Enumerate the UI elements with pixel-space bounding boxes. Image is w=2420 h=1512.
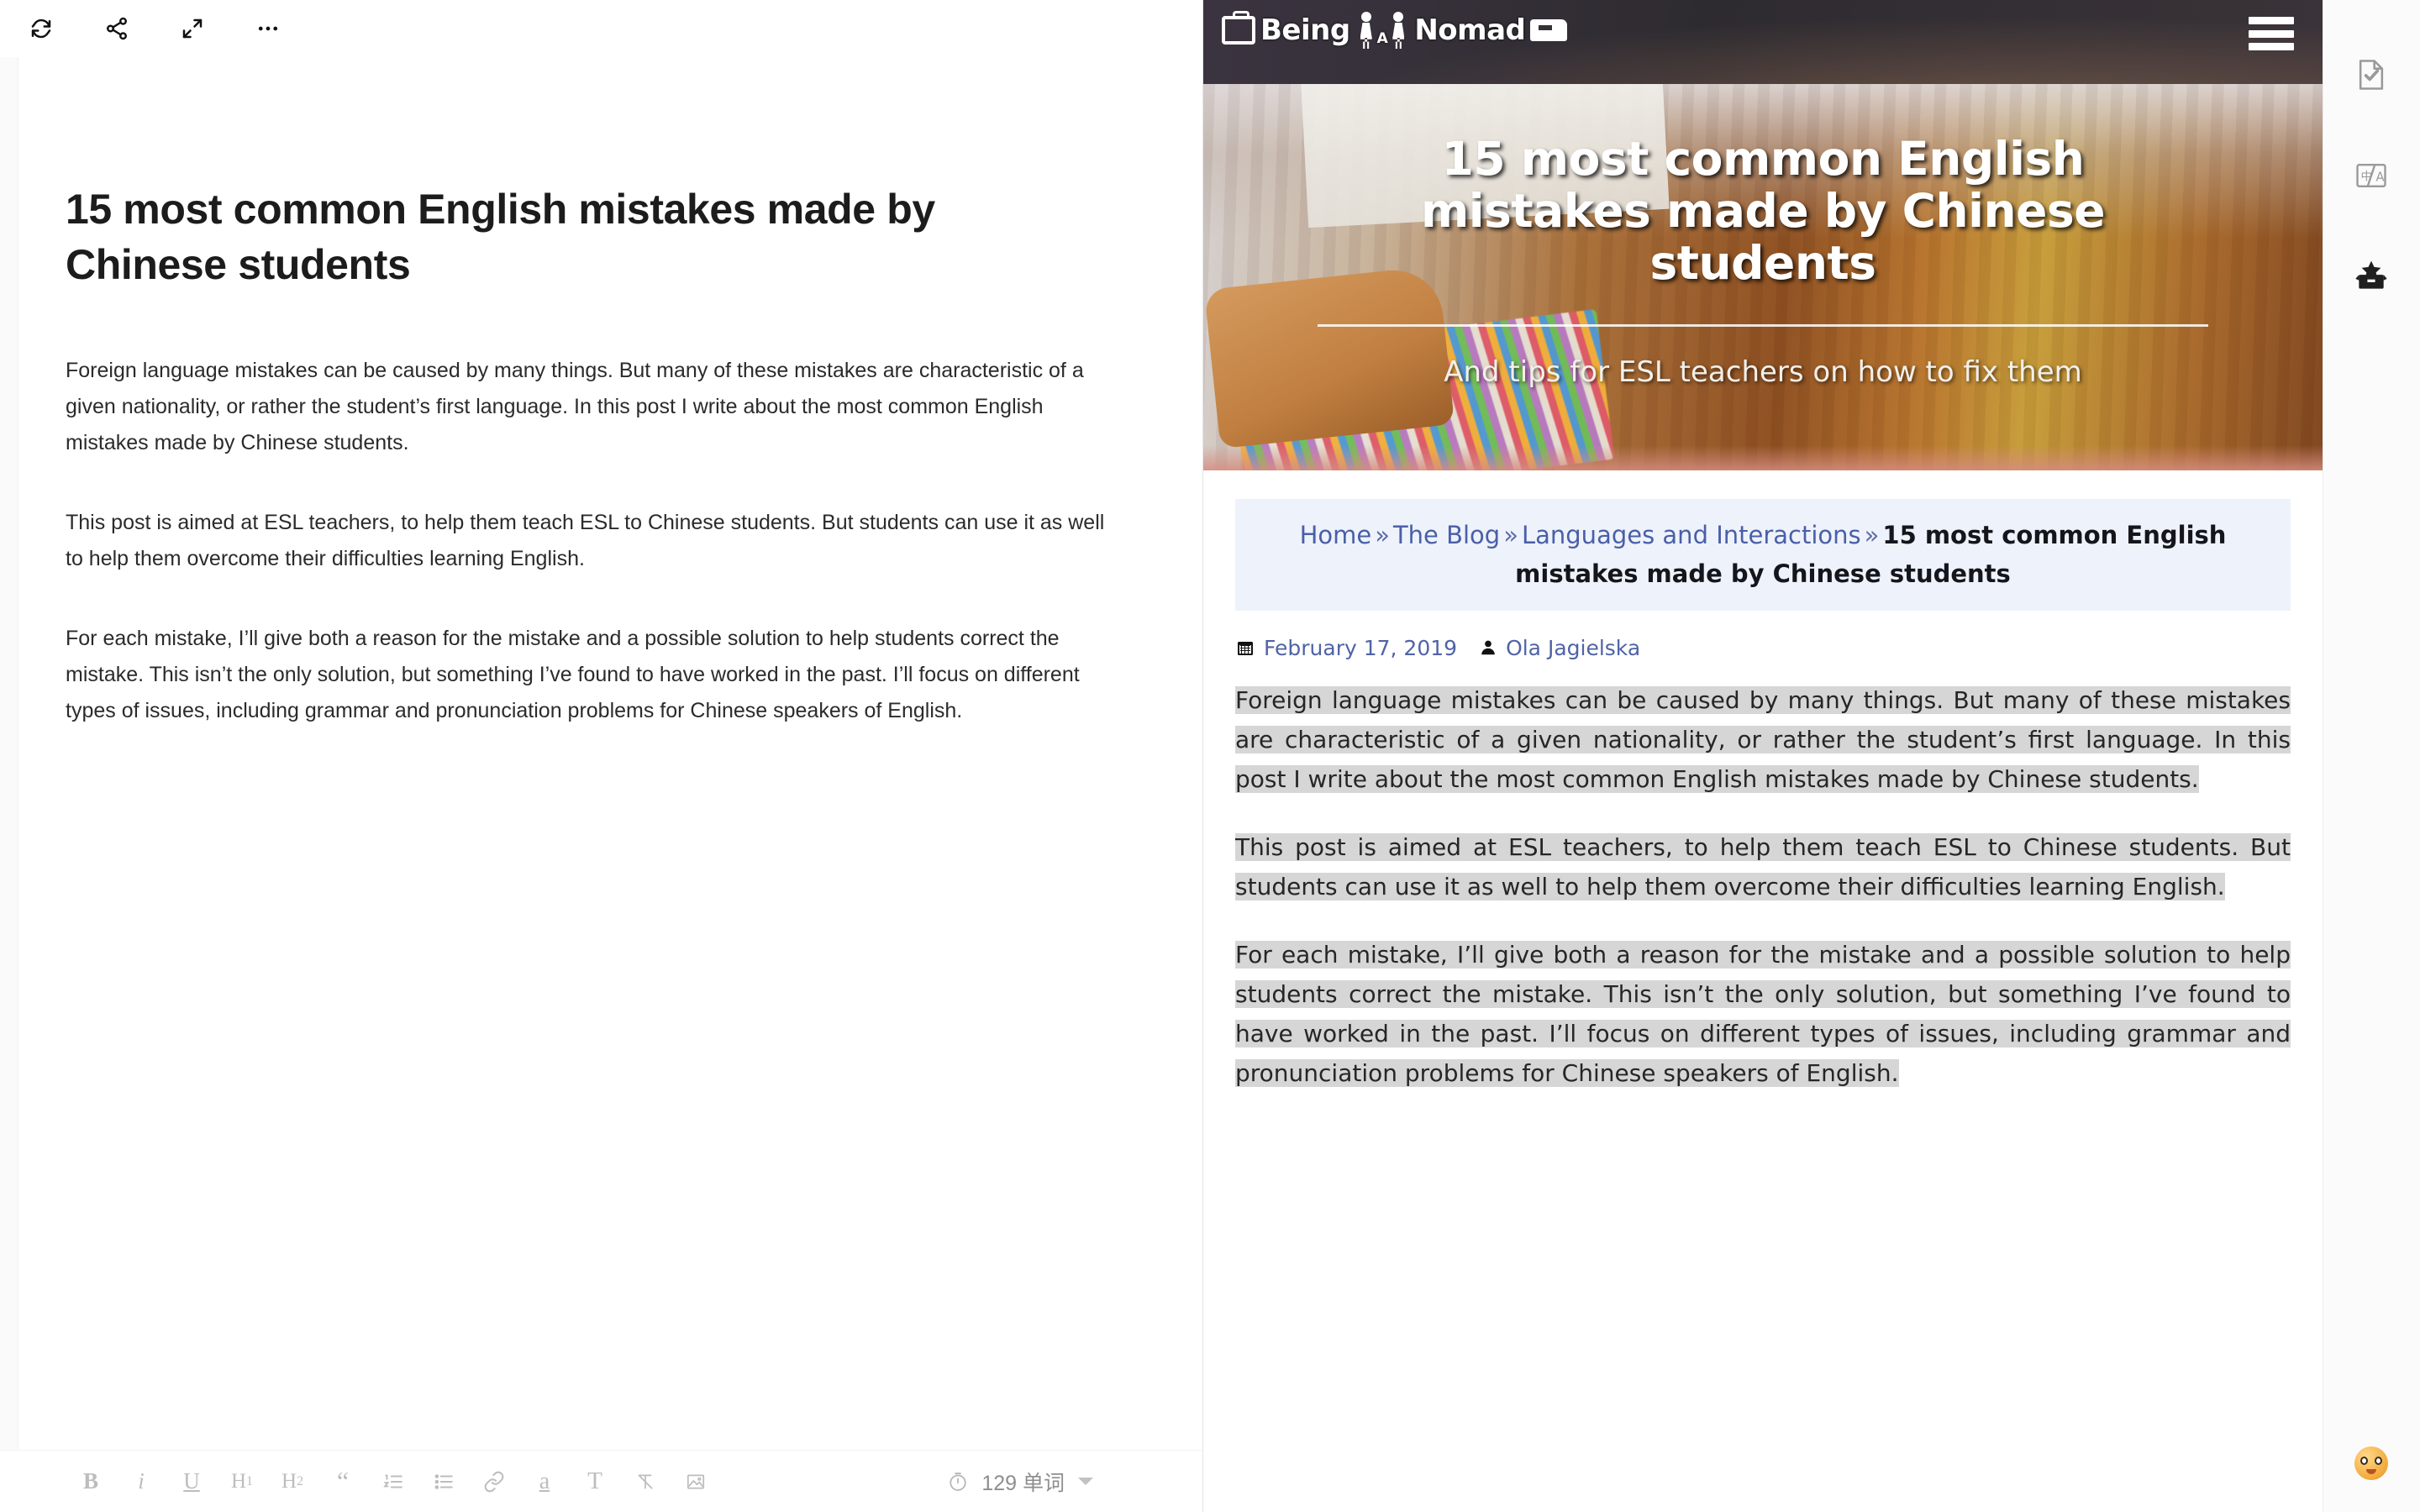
preview-paragraph: For each mistake, I’ll give both a reaso… [1235, 935, 2291, 1093]
document-paragraph[interactable]: For each mistake, I’ll give both a reaso… [66, 621, 1116, 729]
image-icon[interactable] [671, 1459, 721, 1504]
chevron-down-icon[interactable] [1078, 1478, 1093, 1485]
underline-button[interactable]: U [166, 1459, 217, 1504]
stopwatch-icon [946, 1470, 970, 1494]
svg-text:中: 中 [2361, 171, 2373, 184]
editor-pane: 15 most common English mistakes made by … [0, 0, 1203, 1512]
post-author[interactable]: Ola Jagielska [1506, 636, 1640, 660]
breadcrumb: Home» The Blog» Languages and Interactions… [1235, 499, 2291, 611]
hamburger-menu-icon[interactable] [2249, 17, 2294, 50]
hero-title: 15 most common English mistakes made by … [1420, 132, 2106, 291]
editor-left-rail [0, 57, 18, 1450]
selected-text: Foreign language mistakes can be caused … [1235, 685, 2291, 793]
document-paragraph[interactable]: Foreign language mistakes can be caused … [66, 353, 1116, 461]
camper-van-icon [1530, 19, 1568, 41]
calendar-icon [1235, 638, 1255, 658]
logo-word-nomad: Nomad [1414, 13, 1526, 47]
user-icon [1479, 638, 1497, 657]
clear-format-icon[interactable] [620, 1459, 671, 1504]
word-count-label: 129 单词 [981, 1471, 1065, 1495]
format-button-group: B i U H1 H2 “ a T [66, 1459, 721, 1504]
post-body: Home» The Blog» Languages and Interactions… [1203, 470, 2323, 1094]
sync-icon[interactable] [22, 9, 60, 48]
ordered-list-icon[interactable] [368, 1459, 418, 1504]
document-title[interactable]: 15 most common English mistakes made by … [66, 181, 1099, 292]
breadcrumb-item-languages-and-interactions[interactable]: Languages and Interactions [1522, 521, 1861, 549]
breadcrumb-separator: » [1503, 521, 1518, 549]
translate-icon[interactable]: 中 A [2345, 150, 2397, 202]
preview-pane: Being A Nomad 15 most common English mis… [1203, 0, 2323, 1512]
preview-paragraph: Foreign language mistakes can be caused … [1235, 680, 2291, 799]
site-header: Being A Nomad [1203, 0, 2323, 84]
fullscreen-icon[interactable] [173, 9, 212, 48]
preview-paragraph: This post is aimed at ESL teachers, to h… [1235, 827, 2291, 906]
suitcase-icon [1222, 11, 1255, 45]
people-icon: A [1357, 12, 1408, 49]
selected-text: For each mistake, I’ll give both a reaso… [1235, 940, 2291, 1088]
breadcrumb-item-the-blog[interactable]: The Blog [1393, 521, 1500, 549]
editor-toolbar [0, 0, 1202, 57]
breadcrumb-separator: » [1375, 521, 1390, 549]
proofread-icon[interactable] [2345, 49, 2397, 101]
hero-subtitle: And tips for ESL teachers on how to fix … [1444, 355, 2082, 390]
hero-overlay: 15 most common English mistakes made by … [1203, 84, 2323, 470]
breadcrumb-item-home[interactable]: Home [1300, 521, 1372, 549]
hero-banner: 15 most common English mistakes made by … [1203, 84, 2323, 470]
share-icon[interactable] [97, 9, 136, 48]
word-count-control[interactable]: 129 单词 [946, 1467, 1169, 1497]
tool-rail: 中 A [2323, 0, 2419, 1512]
more-icon[interactable] [249, 9, 287, 48]
svg-text:A: A [2376, 170, 2385, 184]
post-date[interactable]: February 17, 2019 [1264, 636, 1457, 660]
link-icon[interactable] [469, 1459, 519, 1504]
heading1-button[interactable]: H1 [217, 1459, 267, 1504]
breadcrumb-separator: » [1864, 521, 1880, 549]
site-logo[interactable]: Being A Nomad [1222, 11, 1568, 49]
document-paragraph[interactable]: This post is aimed at ESL teachers, to h… [66, 505, 1116, 577]
toolbox-icon[interactable] [2345, 250, 2397, 302]
text-style-button[interactable]: T [570, 1459, 620, 1504]
format-toolbar: B i U H1 H2 “ a T 129 单词 [0, 1450, 1202, 1512]
bulleted-list-icon[interactable] [418, 1459, 469, 1504]
highlight-button[interactable]: a [519, 1459, 570, 1504]
hero-divider [1318, 324, 2208, 328]
editor-content[interactable]: 15 most common English mistakes made by … [0, 57, 1202, 1450]
bold-button[interactable]: B [66, 1459, 116, 1504]
logo-word-being: Being [1260, 13, 1350, 47]
heading2-button[interactable]: H2 [267, 1459, 318, 1504]
app-root: 15 most common English mistakes made by … [0, 0, 2420, 1512]
selected-text: This post is aimed at ESL teachers, to h… [1235, 832, 2291, 900]
logo-letter-a: A [1376, 30, 1388, 47]
emoji-face-icon[interactable] [2354, 1446, 2388, 1480]
italic-button[interactable]: i [116, 1459, 166, 1504]
post-meta: February 17, 2019 Ola Jagielska [1235, 636, 2291, 660]
blockquote-button[interactable]: “ [318, 1459, 368, 1504]
